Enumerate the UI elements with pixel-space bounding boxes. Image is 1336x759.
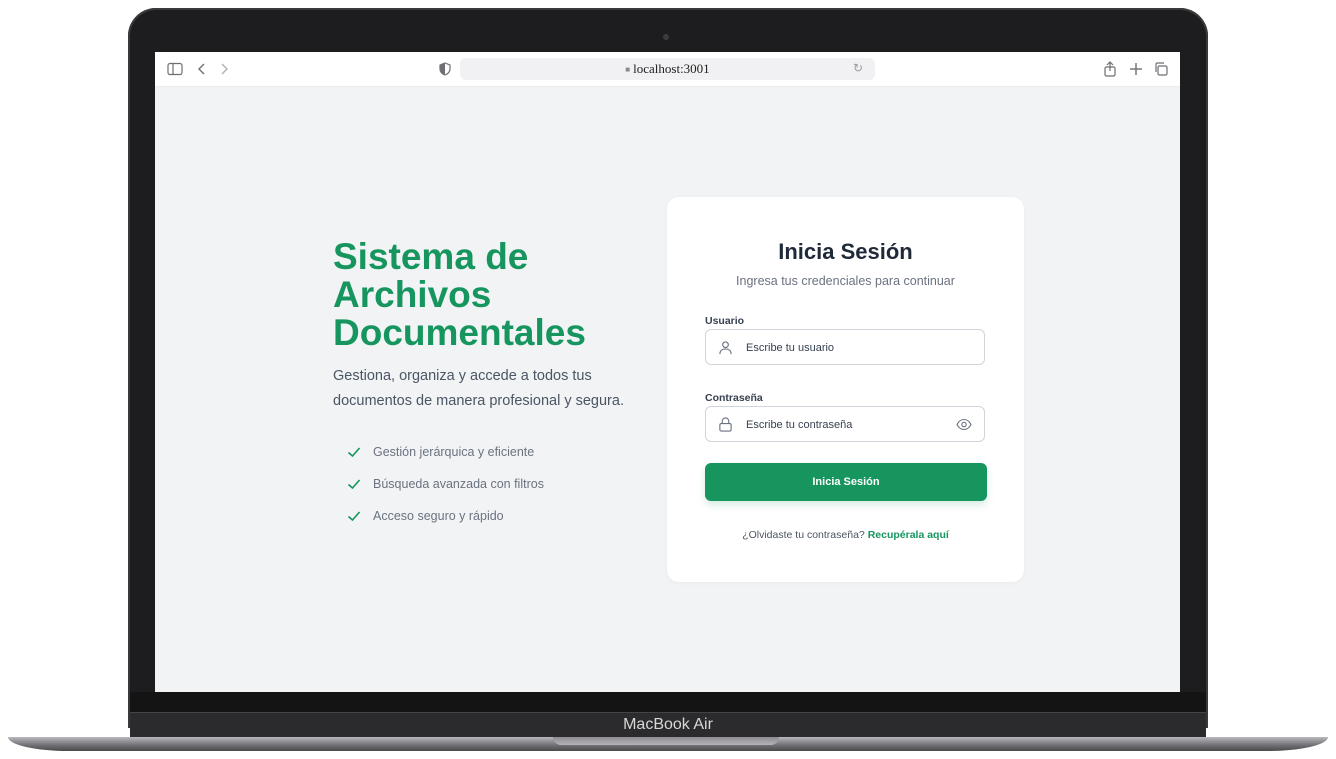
feature-item: Acceso seguro y rápido (333, 500, 653, 532)
feature-text: Gestión jerárquica y eficiente (373, 445, 535, 459)
device-label: MacBook Air (623, 716, 713, 733)
hero-section: Sistema de Archivos Documentales Gestion… (333, 238, 653, 532)
check-icon (347, 479, 361, 490)
password-input[interactable] (744, 407, 948, 443)
privacy-shield-icon[interactable] (439, 60, 451, 78)
url-text: localhost:3001 (633, 61, 710, 76)
back-icon[interactable] (197, 60, 207, 78)
login-title: Inicia Sesión (778, 239, 913, 264)
check-icon (347, 447, 361, 458)
hero-subtitle: Gestiona, organiza y accede a todos tus … (333, 368, 624, 409)
recover-password-link[interactable]: Recupérala aquí (868, 529, 949, 541)
lock-icon: ■ (625, 64, 631, 74)
login-button[interactable]: Inicia Sesión (705, 463, 987, 501)
login-card: Inicia Sesión Ingresa tus credenciales p… (667, 197, 1024, 582)
sidebar-icon[interactable] (167, 60, 183, 78)
login-subtitle: Ingresa tus credenciales para continuar (736, 274, 955, 288)
feature-text: Búsqueda avanzada con filtros (373, 477, 544, 491)
browser-toolbar: ■ localhost:3001 ↻ (155, 52, 1180, 87)
laptop-notch (553, 737, 779, 745)
padlock-icon (719, 417, 732, 432)
reload-icon[interactable]: ↻ (853, 61, 863, 76)
username-label: Usuario (705, 315, 745, 327)
password-field[interactable] (705, 406, 985, 443)
user-icon (719, 341, 732, 355)
address-bar[interactable]: ■ localhost:3001 ↻ (460, 58, 875, 80)
eye-icon[interactable] (956, 418, 972, 431)
hero-title: Sistema de Archivos Documentales (333, 236, 586, 353)
camera-icon (663, 34, 669, 40)
check-icon (347, 511, 361, 522)
feature-text: Acceso seguro y rápido (373, 509, 504, 523)
share-icon[interactable] (1103, 60, 1117, 78)
feature-list: Gestión jerárquica y eficiente Búsqueda … (333, 436, 653, 532)
bottom-bezel (130, 692, 1206, 712)
tabs-overview-icon[interactable] (1154, 60, 1168, 78)
password-label: Contraseña (705, 392, 763, 404)
new-tab-icon[interactable] (1129, 60, 1143, 78)
device-chin: MacBook Air (130, 712, 1206, 737)
forgot-text: ¿Olvidaste tu contraseña? (742, 529, 865, 541)
forgot-password: ¿Olvidaste tu contraseña? Recupérala aqu… (667, 529, 1024, 541)
username-input[interactable] (744, 330, 948, 366)
browser-window: ■ localhost:3001 ↻ Sistema de Archivos D… (155, 52, 1180, 692)
feature-item: Búsqueda avanzada con filtros (333, 468, 653, 500)
feature-item: Gestión jerárquica y eficiente (333, 436, 653, 468)
forward-icon[interactable] (219, 60, 229, 78)
username-field[interactable] (705, 329, 985, 366)
